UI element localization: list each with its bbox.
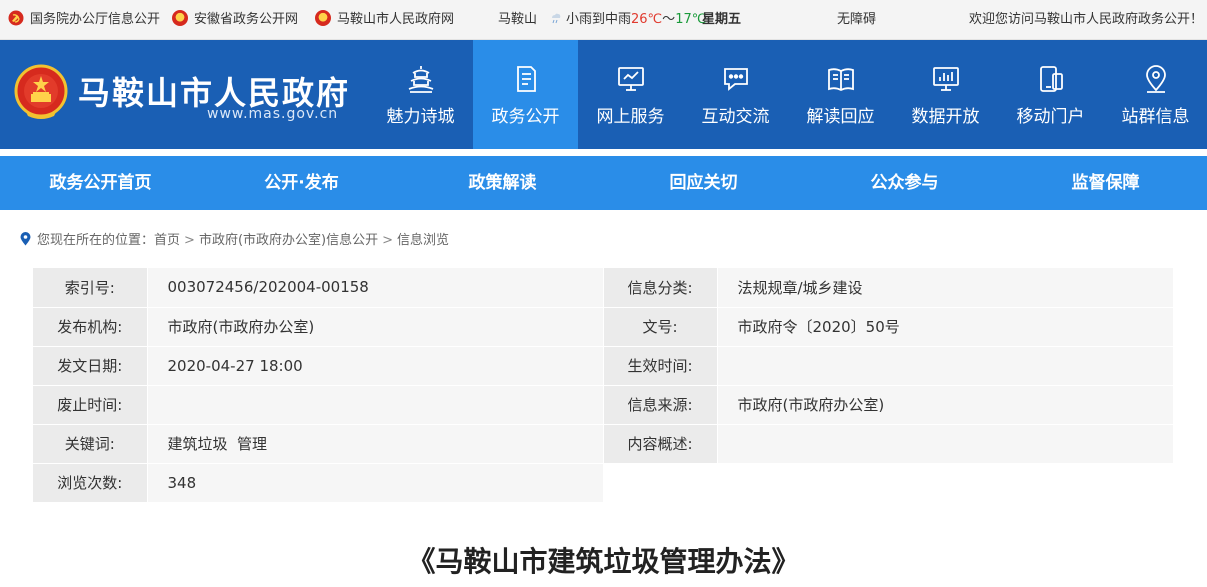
subnav-item-home[interactable]: 政务公开首页 <box>0 156 201 210</box>
location-icon <box>1145 65 1166 93</box>
views-value: 348 <box>146 463 603 503</box>
document-info-table: 索引号: 003072456/202004-00158 信息分类: 法规规章/城… <box>33 268 1173 503</box>
nav-label: 数据开放 <box>911 107 980 127</box>
effective-label: 生效时间: <box>602 346 717 386</box>
summary-label: 内容概述: <box>602 424 717 464</box>
empty-cell <box>603 463 1173 503</box>
temp-sep: ～ <box>662 12 676 27</box>
docno-label: 文号: <box>602 307 717 347</box>
national-emblem-logo-icon[interactable] <box>14 64 68 122</box>
link-state-council[interactable]: 国务院办公厅信息公开 <box>8 0 160 40</box>
mobile-icon <box>1039 66 1063 92</box>
breadcrumb-home[interactable]: 首页 <box>154 233 180 248</box>
table-row: 发文日期: 2020-04-27 18:00 生效时间: <box>33 346 1173 386</box>
table-row: 索引号: 003072456/202004-00158 信息分类: 法规规章/城… <box>33 268 1173 308</box>
weather-info: 小雨到中雨26℃～17℃ <box>549 0 706 40</box>
main-nav: 魅力诗城 政务公开 网上服务 互动交流 解读回应 数据开放 移动门户 站群信息 <box>368 40 1207 149</box>
article-title: 《马鞍山市建筑垃圾管理办法》 <box>407 545 800 578</box>
nav-label: 解读回应 <box>806 107 875 127</box>
nav-item-open-data[interactable]: 数据开放 <box>893 40 998 149</box>
book-icon <box>827 68 854 92</box>
source-label: 信息来源: <box>602 385 717 425</box>
subnav-item-supervision[interactable]: 监督保障 <box>1005 156 1206 210</box>
nav-label: 网上服务 <box>596 107 665 127</box>
category-value: 法规规章/城乡建设 <box>716 268 1173 308</box>
nav-item-interpretation[interactable]: 解读回应 <box>788 40 893 149</box>
nav-item-site-group[interactable]: 站群信息 <box>1103 40 1207 149</box>
breadcrumb: 您现在所在的位置：首页 > 市政府(市政府办公室)信息公开 > 信息浏览 <box>20 232 449 250</box>
source-value: 市政府(市政府办公室) <box>716 385 1173 425</box>
table-row: 关键词: 建筑垃圾 管理 内容概述: <box>33 424 1173 464</box>
nav-item-online-service[interactable]: 网上服务 <box>578 40 683 149</box>
nav-item-charm-city[interactable]: 魅力诗城 <box>368 40 473 149</box>
breadcrumb-current: 信息浏览 <box>397 233 450 248</box>
nav-item-interaction[interactable]: 互动交流 <box>683 40 788 149</box>
publisher-label: 发布机构: <box>33 307 147 347</box>
temp-high: 26℃ <box>631 12 663 27</box>
table-row: 浏览次数: 348 <box>33 463 1173 503</box>
weather-city: 马鞍山 <box>498 12 538 27</box>
rain-cloud-icon <box>552 13 561 24</box>
national-emblem-icon <box>315 10 331 26</box>
subnav-item-public-participation[interactable]: 公众参与 <box>804 156 1005 210</box>
breadcrumb-separator: > <box>184 233 195 248</box>
expire-value <box>146 385 603 425</box>
link-maanshan-gov[interactable]: 马鞍山市人民政府网 <box>315 0 454 40</box>
site-url: www.mas.gov.cn <box>207 106 339 122</box>
nav-label: 站群信息 <box>1121 107 1190 127</box>
nav-label: 互动交流 <box>701 107 770 127</box>
nav-item-mobile-portal[interactable]: 移动门户 <box>998 40 1103 149</box>
link-anhui[interactable]: 安徽省政务公开网 <box>172 0 298 40</box>
chart-icon <box>932 67 959 91</box>
link-state-council-label: 国务院办公厅信息公开 <box>30 12 161 27</box>
weather-desc: 小雨到中雨 <box>566 12 632 27</box>
chat-icon <box>723 68 748 91</box>
table-row: 废止时间: 信息来源: 市政府(市政府办公室) <box>33 385 1173 425</box>
subnav-item-response[interactable]: 回应关切 <box>603 156 804 210</box>
keywords-value: 建筑垃圾 管理 <box>146 424 603 464</box>
breadcrumb-prefix: 您现在所在的位置： <box>37 233 155 248</box>
views-label: 浏览次数: <box>33 463 147 503</box>
date-label: 发文日期: <box>33 346 147 386</box>
header: 马鞍山市人民政府 www.mas.gov.cn 魅力诗城 政务公开 网上服务 互… <box>0 40 1207 149</box>
publisher-value: 市政府(市政府办公室) <box>146 307 603 347</box>
keywords-label: 关键词: <box>33 424 147 464</box>
index-value: 003072456/202004-00158 <box>146 268 603 308</box>
link-anhui-label: 安徽省政务公开网 <box>194 12 299 27</box>
breadcrumb-separator: > <box>382 233 393 248</box>
link-maanshan-gov-label: 马鞍山市人民政府网 <box>337 12 455 27</box>
index-label: 索引号: <box>33 268 147 308</box>
monitor-icon <box>617 67 644 91</box>
summary-value <box>716 424 1173 464</box>
accessibility-link[interactable]: 无障碍 <box>837 0 876 40</box>
welcome-text: 欢迎您访问马鞍山市人民政府政务公开！ <box>968 12 1203 27</box>
subnav-item-policy-interpretation[interactable]: 政策解读 <box>402 156 603 210</box>
sub-nav: 政务公开首页 公开·发布 政策解读 回应关切 公众参与 监督保障 <box>0 156 1207 210</box>
national-emblem-icon <box>172 10 188 26</box>
nav-label: 政务公开 <box>491 107 560 127</box>
date-value: 2020-04-27 18:00 <box>146 346 603 386</box>
party-emblem-icon <box>8 10 24 26</box>
nav-label: 魅力诗城 <box>386 107 455 127</box>
top-bar: 国务院办公厅信息公开 安徽省政务公开网 马鞍山市人民政府网 马鞍山 小雨到中雨2… <box>0 0 1207 40</box>
weekday: 星期五 <box>702 12 742 27</box>
docno-value: 市政府令〔2020〕50号 <box>716 307 1173 347</box>
category-label: 信息分类: <box>602 268 717 308</box>
location-pin-icon <box>20 232 31 246</box>
nav-item-gov-affairs[interactable]: 政务公开 <box>473 40 578 149</box>
nav-label: 移动门户 <box>1016 107 1085 127</box>
table-row: 发布机构: 市政府(市政府办公室) 文号: 市政府令〔2020〕50号 <box>33 307 1173 347</box>
breadcrumb-info-disclosure[interactable]: 市政府(市政府办公室)信息公开 <box>199 233 378 248</box>
expire-label: 废止时间: <box>33 385 147 425</box>
pagoda-icon <box>408 66 433 93</box>
document-icon <box>516 66 536 92</box>
subnav-item-publish[interactable]: 公开·发布 <box>201 156 402 210</box>
effective-value <box>716 346 1173 386</box>
